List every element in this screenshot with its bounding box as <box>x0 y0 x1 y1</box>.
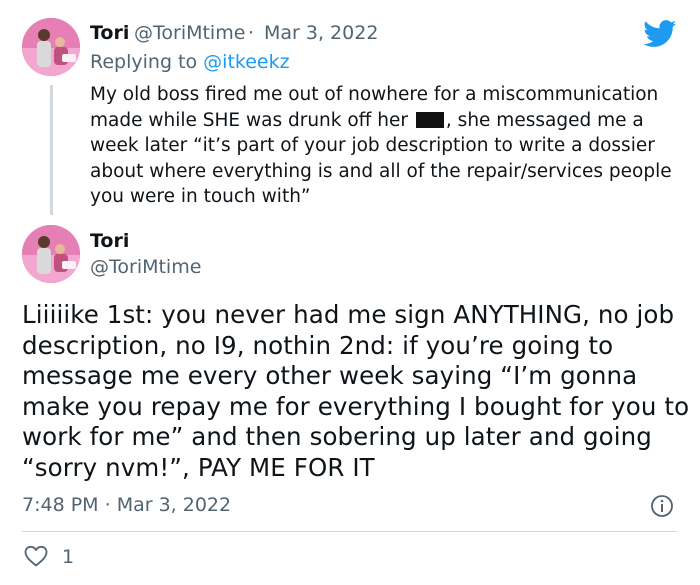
like-count: 1 <box>62 546 75 568</box>
reply-tweet-text: My old boss fired me out of nowhere for … <box>90 82 690 210</box>
main-tweet-text: Liiiiike 1st: you never had me sign ANYT… <box>22 300 690 482</box>
timestamp-separator: · <box>104 494 111 516</box>
tweet-date: Mar 3, 2022 <box>116 494 232 516</box>
avatar-image <box>22 18 80 76</box>
tweet-timestamp[interactable]: 7:48 PM · Mar 3, 2022 <box>22 494 231 516</box>
avatar-image <box>22 225 80 283</box>
avatar-reply[interactable] <box>22 18 80 76</box>
thread-line <box>50 85 53 215</box>
tweet-time: 7:48 PM <box>22 494 99 516</box>
main-author-handle[interactable]: @ToriMtime <box>90 256 201 278</box>
reply-author-handle[interactable]: @ToriMtime <box>134 22 245 44</box>
reply-author-name[interactable]: Tori <box>90 22 129 44</box>
replying-to: Replying to @itkeekz <box>90 51 290 73</box>
action-divider <box>22 531 677 532</box>
replying-to-label: Replying to <box>90 51 198 73</box>
redaction-bar <box>415 111 444 128</box>
main-author-name[interactable]: Tori <box>90 230 129 252</box>
replying-to-handle-link[interactable]: @itkeekz <box>203 51 289 73</box>
reply-date[interactable]: Mar 3, 2022 <box>264 22 378 44</box>
twitter-bird-icon[interactable] <box>643 20 677 52</box>
heart-icon[interactable] <box>24 545 48 571</box>
info-icon[interactable] <box>650 494 674 522</box>
avatar-main[interactable] <box>22 225 80 283</box>
reply-separator: · <box>248 22 255 44</box>
